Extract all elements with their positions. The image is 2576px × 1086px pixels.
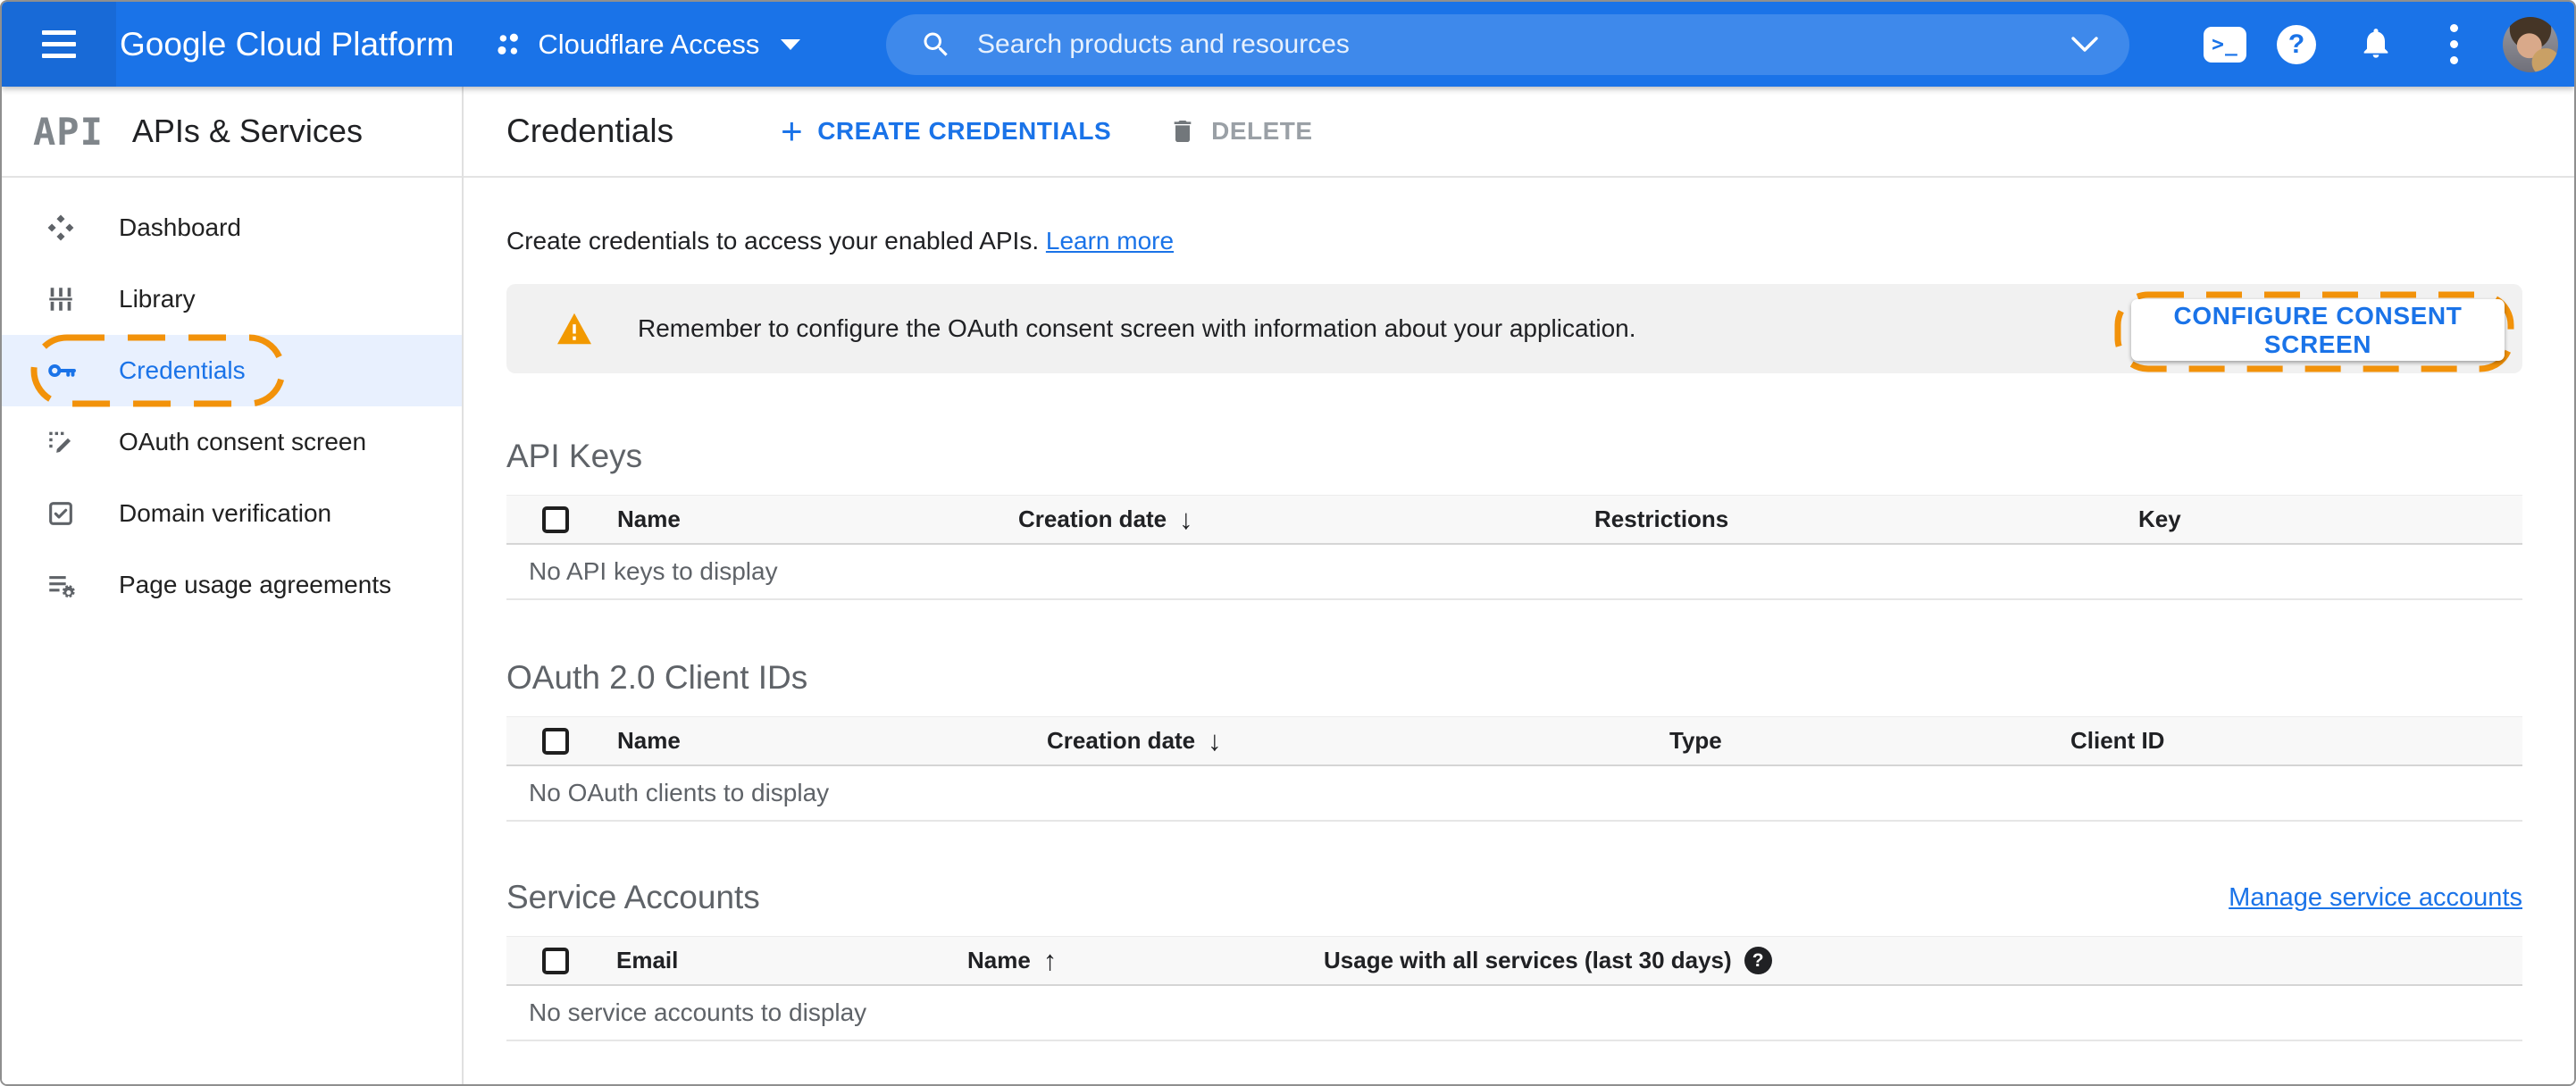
help-button[interactable]: ? <box>2261 2 2332 87</box>
create-credentials-label: CREATE CREDENTIALS <box>817 117 1112 145</box>
column-header-email[interactable]: Email <box>616 947 967 974</box>
more-options-button[interactable] <box>2419 2 2488 87</box>
table-header-row: Name Creation date ↓ Type Client ID <box>506 716 2522 766</box>
notifications-button[interactable] <box>2332 2 2419 87</box>
column-header-client-id[interactable]: Client ID <box>2070 727 2522 755</box>
warning-icon <box>556 312 593 346</box>
empty-state-service-accounts: No service accounts to display <box>506 986 2522 1041</box>
sidebar-item-page-usage-agreements[interactable]: Page usage agreements <box>2 549 462 621</box>
column-header-name[interactable]: Name <box>617 505 1018 533</box>
section-title-oauth-clients: OAuth 2.0 Client IDs <box>506 659 808 696</box>
appbar-actions: >_ ? <box>2189 2 2572 87</box>
select-all-checkbox[interactable] <box>542 947 569 974</box>
api-logo: API <box>33 109 104 154</box>
app-bar: Google Cloud Platform Cloudflare Access … <box>2 2 2574 87</box>
key-icon <box>45 355 77 387</box>
library-icon <box>45 284 77 314</box>
consent-screen-icon <box>45 427 77 457</box>
plus-icon: + <box>781 110 804 152</box>
section-api-keys: API Keys Name Creation date ↓ Restriction… <box>506 438 2522 600</box>
search-icon <box>920 29 952 61</box>
sidebar-item-label: Dashboard <box>119 213 241 241</box>
empty-state-api-keys: No API keys to display <box>506 545 2522 600</box>
api-keys-table: Name Creation date ↓ Restrictions Key No … <box>506 495 2522 600</box>
usage-help-icon[interactable]: ? <box>1744 947 1772 974</box>
sidebar-item-credentials[interactable]: Credentials <box>2 334 462 407</box>
product-logo[interactable]: Google Cloud Platform <box>120 26 454 63</box>
sidebar: API APIs & Services Dashboard Library Cr… <box>2 87 464 1084</box>
help-icon: ? <box>2277 24 2316 64</box>
select-all-checkbox[interactable] <box>542 727 569 755</box>
sidebar-item-library[interactable]: Library <box>2 263 462 335</box>
sort-ascending-icon: ↑ <box>1042 945 1058 976</box>
column-header-type[interactable]: Type <box>1669 727 2070 755</box>
sidebar-item-label: Domain verification <box>119 499 332 527</box>
column-header-name[interactable]: Name ↑ <box>967 947 1324 974</box>
table-header-row: Email Name ↑ Usage with all services (las… <box>506 936 2522 986</box>
delete-label: DELETE <box>1211 117 1313 145</box>
consent-warning-banner: Remember to configure the OAuth consent … <box>506 284 2522 373</box>
gcp-console-window: Google Cloud Platform Cloudflare Access … <box>0 0 2576 1086</box>
learn-more-link[interactable]: Learn more <box>1046 227 1174 255</box>
column-header-key[interactable]: Key <box>2138 505 2522 533</box>
search-chevron-down-icon[interactable] <box>2070 36 2099 54</box>
menu-button[interactable] <box>2 2 116 87</box>
create-credentials-button[interactable]: + CREATE CREDENTIALS <box>781 113 1111 150</box>
page-content: Create credentials to access your enable… <box>464 178 2574 1084</box>
section-oauth-clients: OAuth 2.0 Client IDs Name Creation date ↓… <box>506 659 2522 822</box>
oauth-clients-table: Name Creation date ↓ Type Client ID No OA… <box>506 716 2522 822</box>
page-usage-agreements-icon <box>45 570 77 600</box>
column-header-name[interactable]: Name <box>617 727 1047 755</box>
account-button[interactable] <box>2488 2 2572 87</box>
main-panel: Credentials + CREATE CREDENTIALS DELETE … <box>464 87 2574 1084</box>
chevron-down-icon <box>779 38 802 52</box>
dashboard-icon <box>45 213 77 243</box>
page-description: Create credentials to access your enable… <box>506 227 2522 255</box>
sidebar-title: APIs & Services <box>131 113 363 149</box>
bell-icon <box>2358 25 2394 63</box>
sidebar-item-label: Credentials <box>119 356 246 384</box>
project-name: Cloudflare Access <box>538 28 760 60</box>
search-input[interactable] <box>977 29 2070 60</box>
hamburger-icon <box>42 30 76 58</box>
sidebar-item-dashboard[interactable]: Dashboard <box>2 192 462 263</box>
section-service-accounts: Service Accounts Manage service accounts… <box>506 879 2522 1041</box>
warning-message: Remember to configure the OAuth consent … <box>638 314 1636 342</box>
section-title-api-keys: API Keys <box>506 438 643 474</box>
project-grid-icon <box>493 29 523 60</box>
column-header-creation-date[interactable]: Creation date ↓ <box>1047 727 1669 755</box>
cloud-shell-button[interactable]: >_ <box>2189 2 2261 87</box>
kebab-menu-icon <box>2449 24 2458 64</box>
configure-consent-screen-button[interactable]: CONFIGURE CONSENT SCREEN <box>2131 299 2505 361</box>
empty-state-oauth-clients: No OAuth clients to display <box>506 766 2522 822</box>
sidebar-item-label: Page usage agreements <box>119 571 392 598</box>
sidebar-header: API APIs & Services <box>2 87 462 178</box>
avatar <box>2503 16 2558 72</box>
delete-button[interactable]: DELETE <box>1168 117 1312 146</box>
manage-service-accounts-link[interactable]: Manage service accounts <box>2229 883 2522 913</box>
sidebar-item-label: Library <box>119 285 196 313</box>
terminal-icon: >_ <box>2204 26 2246 63</box>
column-header-creation-date[interactable]: Creation date ↓ <box>1018 505 1594 533</box>
page-title: Credentials <box>506 113 674 149</box>
domain-verification-icon <box>45 498 77 529</box>
table-header-row: Name Creation date ↓ Restrictions Key <box>506 495 2522 545</box>
description-text: Create credentials to access your enable… <box>506 227 1040 255</box>
page-action-bar: Credentials + CREATE CREDENTIALS DELETE <box>464 87 2574 178</box>
service-accounts-table: Email Name ↑ Usage with all services (las… <box>506 936 2522 1041</box>
body: API APIs & Services Dashboard Library Cr… <box>2 87 2574 1084</box>
column-header-restrictions[interactable]: Restrictions <box>1594 505 2138 533</box>
column-header-usage[interactable]: Usage with all services (last 30 days)? <box>1324 947 2522 974</box>
section-title-service-accounts: Service Accounts <box>506 879 760 915</box>
project-selector[interactable]: Cloudflare Access <box>493 29 802 61</box>
sort-descending-icon: ↓ <box>1208 725 1222 756</box>
select-all-checkbox[interactable] <box>542 505 569 533</box>
sidebar-item-domain-verification[interactable]: Domain verification <box>2 478 462 549</box>
search-bar[interactable] <box>886 14 2129 75</box>
sidebar-nav: Dashboard Library Credentials OAuth cons… <box>2 178 462 621</box>
sort-descending-icon: ↓ <box>1179 504 1193 535</box>
sidebar-item-label: OAuth consent screen <box>119 428 367 455</box>
trash-icon <box>1168 117 1197 146</box>
sidebar-item-oauth-consent-screen[interactable]: OAuth consent screen <box>2 406 462 478</box>
